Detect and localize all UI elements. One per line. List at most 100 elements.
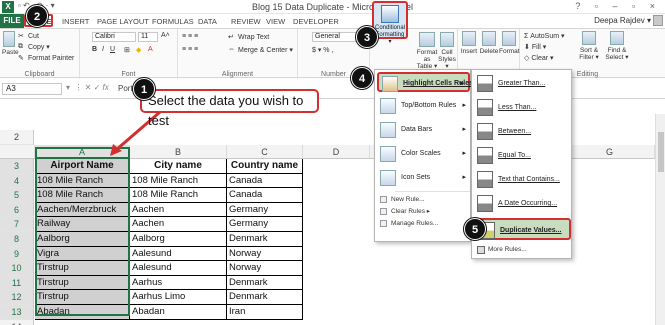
number-symbols[interactable]: $ ▾ % , xyxy=(312,46,333,54)
table-cell[interactable]: Denmark xyxy=(227,232,303,247)
row-header[interactable]: 7 xyxy=(0,217,34,232)
menu-item-color-scales[interactable]: Color Scales ▸ xyxy=(377,144,470,164)
table-header-cell[interactable]: City name xyxy=(130,159,227,174)
submenu-item-date-occurring[interactable]: A Date Occurring... xyxy=(474,193,571,215)
table-cell[interactable]: Aarhus Limo xyxy=(130,290,227,305)
menu-item-icon-sets[interactable]: Icon Sets ▸ xyxy=(377,168,470,188)
table-cell[interactable]: Tirstrup xyxy=(35,261,130,276)
submenu-item-less-than[interactable]: Less Than... xyxy=(474,97,571,119)
font-color-icon[interactable]: A xyxy=(148,46,153,53)
menu-item-top-bottom-rules[interactable]: Top/Bottom Rules ▸ xyxy=(377,96,470,116)
table-cell[interactable]: Norway xyxy=(227,246,303,262)
table-cell[interactable]: 108 Mile Ranch xyxy=(35,188,130,203)
column-header-a[interactable]: A xyxy=(35,145,130,159)
borders-icon[interactable]: ⊞ xyxy=(124,46,130,54)
number-format-select[interactable]: General xyxy=(312,32,362,42)
table-cell[interactable]: Aalesund xyxy=(130,246,227,262)
insert-cells-button[interactable]: Insert xyxy=(460,31,478,55)
italic-button[interactable]: I xyxy=(102,46,104,53)
format-painter-button[interactable]: ✎ Format Painter xyxy=(18,54,74,62)
table-header-cell[interactable]: Airport Name xyxy=(35,159,130,174)
submenu-item-greater-than[interactable]: Greater Than... xyxy=(474,73,571,95)
menu-item-highlight-cells-rules[interactable]: Highlight Cells Rules ▸ xyxy=(377,72,473,92)
table-cell[interactable]: Aalborg xyxy=(35,232,130,247)
row-header[interactable]: 10 xyxy=(0,261,34,276)
paste-button[interactable]: Paste xyxy=(2,31,19,56)
fill-color-icon[interactable]: ◆ xyxy=(136,46,141,54)
table-cell[interactable]: Aachen/Merzbruck xyxy=(35,202,130,218)
row-header[interactable]: 2 xyxy=(0,130,34,145)
table-cell[interactable]: Abadan xyxy=(35,305,130,320)
align-left-icon[interactable]: ≡ ≡ ≡ xyxy=(182,46,198,53)
table-cell[interactable]: Denmark xyxy=(227,290,303,305)
column-header-d[interactable]: D xyxy=(303,145,370,159)
submenu-item-more-rules[interactable]: More Rules... xyxy=(474,244,571,256)
format-as-table-button[interactable]: Format as Table ▾ xyxy=(416,32,438,70)
table-cell[interactable]: Tirstrup xyxy=(35,290,130,305)
tab-review[interactable]: REVIEW xyxy=(231,17,261,26)
submenu-item-text-contains[interactable]: Text that Contains... xyxy=(474,169,571,191)
menu-item-data-bars[interactable]: Data Bars ▸ xyxy=(377,120,470,140)
row-header[interactable]: 12 xyxy=(0,290,34,305)
align-top-icon[interactable]: ≡ ≡ ≡ xyxy=(182,33,198,40)
clear-button[interactable]: ◇ Clear ▾ xyxy=(524,54,554,62)
formula-buttons[interactable]: ▾ ⋮ ✕ ✓ fx xyxy=(66,83,109,92)
tab-page-layout[interactable]: PAGE LAYOUT xyxy=(97,17,149,26)
select-all-corner[interactable] xyxy=(0,145,35,159)
bold-button[interactable]: B xyxy=(92,46,97,53)
cut-button[interactable]: ✂ Cut xyxy=(18,32,39,40)
table-cell[interactable]: 108 Mile Ranch xyxy=(35,173,130,189)
user-name[interactable]: Deepa Rajdev ▾ xyxy=(594,16,651,25)
table-cell[interactable]: Canada xyxy=(227,188,303,203)
tab-file[interactable]: FILE xyxy=(0,14,24,28)
delete-cells-button[interactable]: Delete xyxy=(479,31,499,55)
copy-button[interactable]: ⧉ Copy ▾ xyxy=(18,43,50,51)
table-cell[interactable]: Canada xyxy=(227,173,303,189)
merge-center-button[interactable]: ⇔ Merge & Center ▾ xyxy=(228,46,293,54)
row-header[interactable]: 13 xyxy=(0,305,34,320)
row-header[interactable]: 6 xyxy=(0,202,34,218)
column-header-g[interactable]: G xyxy=(565,145,655,159)
submenu-item-duplicate-values[interactable]: Duplicate Values... xyxy=(474,218,571,240)
submenu-item-between[interactable]: Between... xyxy=(474,121,571,143)
find-select-button[interactable]: Find & Select ▾ xyxy=(604,31,630,61)
column-header-c[interactable]: C xyxy=(227,145,303,159)
table-cell[interactable]: Aachen xyxy=(130,202,227,218)
menu-item-manage-rules[interactable]: Manage Rules... xyxy=(377,218,470,229)
tab-view[interactable]: VIEW xyxy=(266,17,285,26)
font-size-select[interactable]: 11 xyxy=(138,32,158,42)
table-cell[interactable]: Aalesund xyxy=(130,261,227,276)
menu-item-clear-rules[interactable]: Clear Rules ▸ xyxy=(377,206,470,217)
underline-button[interactable]: U xyxy=(110,46,115,53)
table-cell[interactable]: 108 Mile Ranch xyxy=(130,173,227,189)
table-header-cell[interactable]: Country name xyxy=(227,159,303,174)
submenu-item-equal-to[interactable]: Equal To... xyxy=(474,145,571,167)
table-cell[interactable]: Aalborg xyxy=(130,232,227,247)
row-header[interactable]: 8 xyxy=(0,232,34,247)
scrollbar-thumb[interactable] xyxy=(658,132,664,172)
vertical-scrollbar[interactable] xyxy=(655,114,665,325)
row-header[interactable]: 3 xyxy=(0,159,34,174)
table-cell[interactable]: Denmark xyxy=(227,275,303,291)
avatar[interactable] xyxy=(653,15,663,26)
table-cell[interactable]: Tirstrup xyxy=(35,275,130,291)
table-cell[interactable]: 108 Mile Ranch xyxy=(130,188,227,203)
cell-styles-button[interactable]: Cell Styles ▾ xyxy=(438,32,456,70)
sort-filter-button[interactable]: Sort & Filter ▾ xyxy=(576,31,602,61)
tab-developer[interactable]: DEVELOPER xyxy=(293,17,339,26)
tab-insert[interactable]: INSERT xyxy=(62,17,89,26)
row-header[interactable]: 11 xyxy=(0,275,34,291)
font-name-select[interactable]: Calibri xyxy=(92,32,136,42)
row-header[interactable]: 4 xyxy=(0,173,34,189)
menu-item-new-rule[interactable]: New Rule... xyxy=(377,194,470,205)
table-cell[interactable]: Iran xyxy=(227,305,303,320)
tab-data[interactable]: DATA xyxy=(198,17,217,26)
wrap-text-button[interactable]: ↵ Wrap Text xyxy=(228,33,269,41)
row-header[interactable]: 14 xyxy=(0,319,34,325)
table-cell[interactable]: Railway xyxy=(35,217,130,232)
table-cell[interactable]: Abadan xyxy=(130,305,227,320)
name-box[interactable]: A3 xyxy=(2,83,62,95)
grow-font-icon[interactable]: A˄ xyxy=(161,32,170,39)
table-cell[interactable]: Germany xyxy=(227,217,303,232)
tab-formulas[interactable]: FORMULAS xyxy=(152,17,194,26)
